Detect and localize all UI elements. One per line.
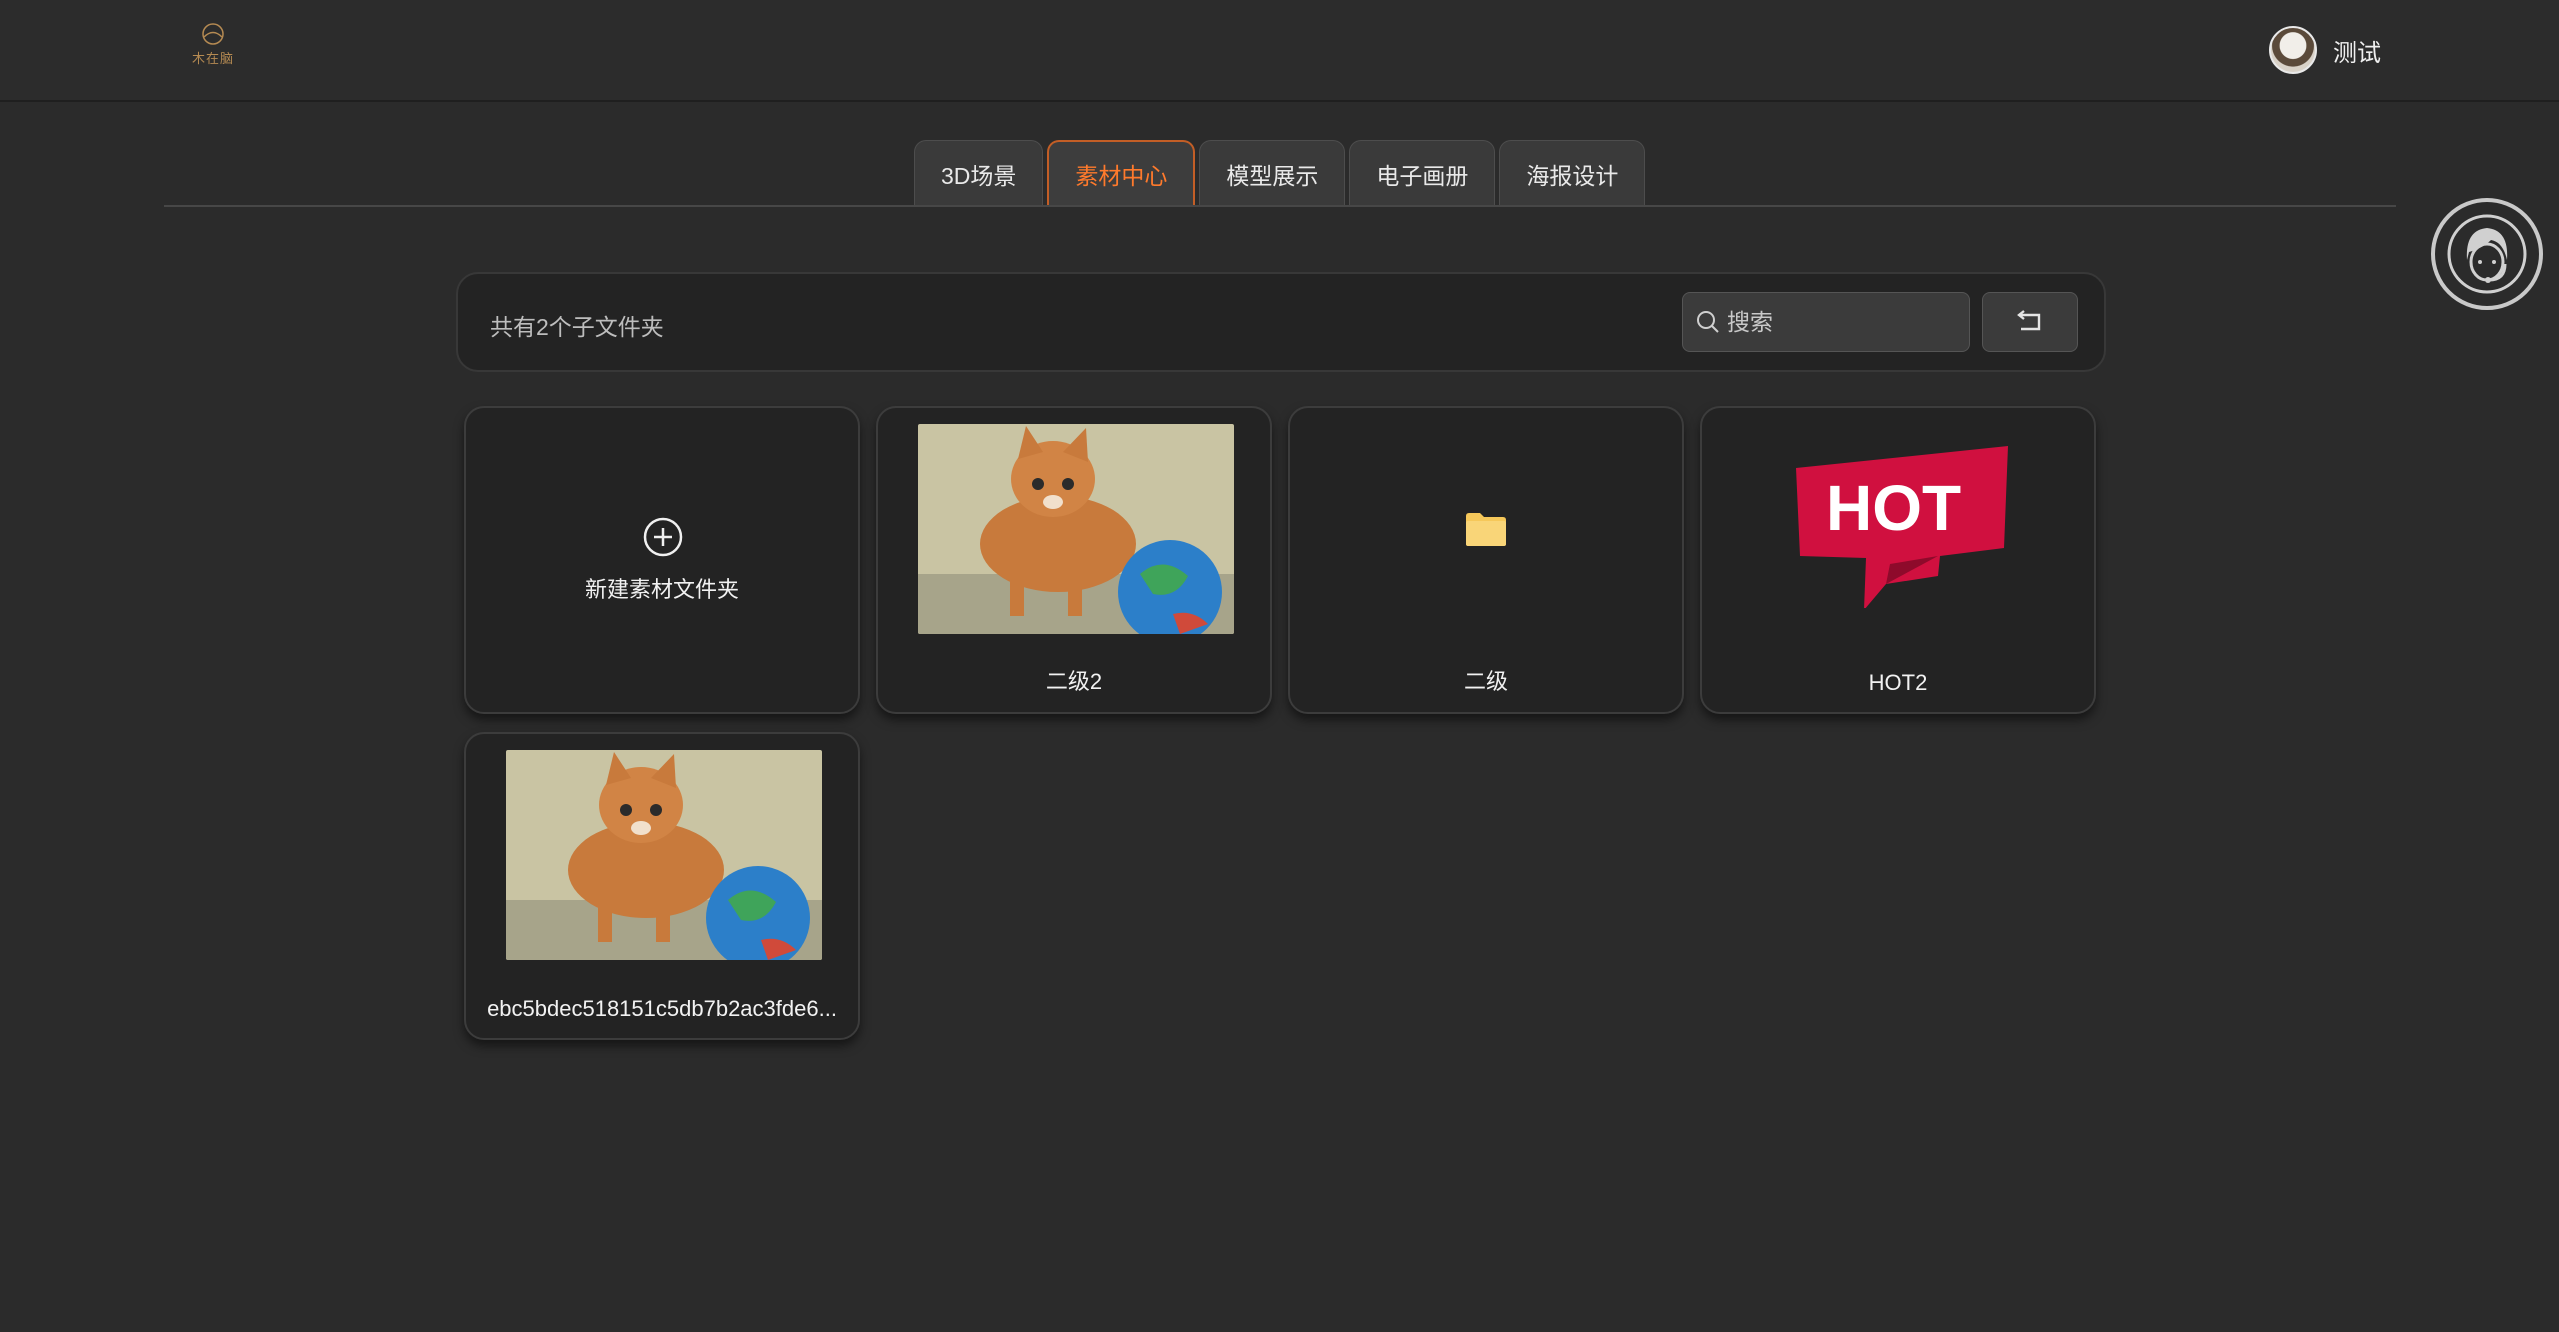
kitten-globe-photo-icon <box>506 750 822 960</box>
hot-badge-icon: HOT <box>1796 446 2008 608</box>
folder-card[interactable]: 二级 <box>1288 406 1684 714</box>
customer-service-button[interactable] <box>2431 198 2543 310</box>
headset-agent-icon <box>2447 214 2527 294</box>
folder-thumbnail <box>506 750 822 960</box>
folder-card-label: ebc5bdec518151c5db7b2ac3fde6... <box>487 996 837 1021</box>
tab-material-center[interactable]: 素材中心 <box>1047 140 1196 206</box>
new-folder-card[interactable]: 新建素材文件夹 <box>464 406 860 714</box>
tab-model-showcase[interactable]: 模型展示 <box>1199 140 1346 206</box>
top-header: 木在脑 测试 <box>0 0 2559 102</box>
folder-card[interactable]: 二级2 <box>876 406 1272 714</box>
logo-mark-icon <box>202 23 224 45</box>
app-root: 木在脑 测试 3D场景 素材中心 模型展示 电子画册 海报设计 共有2个子文件夹 <box>0 0 2559 1332</box>
new-folder-label: 新建素材文件夹 <box>584 577 739 602</box>
search-input[interactable] <box>1727 308 1947 336</box>
avatar[interactable] <box>2269 26 2317 74</box>
user-name[interactable]: 测试 <box>2333 33 2381 68</box>
tab-e-album[interactable]: 电子画册 <box>1349 140 1496 206</box>
kitten-globe-photo-icon <box>918 424 1234 634</box>
folder-card[interactable]: ebc5bdec518151c5db7b2ac3fde6... <box>464 732 860 1040</box>
return-arrow-icon <box>2017 310 2041 331</box>
folder-card[interactable]: HOT HOT2 <box>1700 406 2096 714</box>
folder-thumbnail <box>918 424 1234 634</box>
tabs-divider <box>164 205 2396 207</box>
folder-card-label: 二级2 <box>1045 669 1103 694</box>
user-menu[interactable]: 测试 <box>2269 26 2381 74</box>
tab-3d-scene[interactable]: 3D场景 <box>914 140 1044 206</box>
main-tabs: 3D场景 素材中心 模型展示 电子画册 海报设计 <box>914 140 1646 206</box>
brand-logo[interactable]: 木在脑 <box>186 22 240 74</box>
folder-icon <box>1466 513 1506 546</box>
hot-badge-text: HOT <box>1826 472 1961 544</box>
search-box[interactable] <box>1682 292 1970 352</box>
search-icon <box>1697 311 1719 333</box>
folder-toolbar: 共有2个子文件夹 <box>456 272 2106 372</box>
plus-circle-icon <box>643 517 683 557</box>
back-button[interactable] <box>1982 292 2078 352</box>
folder-card-label: 二级 <box>1463 669 1508 694</box>
tab-poster-design[interactable]: 海报设计 <box>1499 140 1646 206</box>
folder-card-label: HOT2 <box>1868 670 1928 695</box>
logo-text: 木在脑 <box>191 51 234 66</box>
subfolder-count: 共有2个子文件夹 <box>490 314 664 340</box>
